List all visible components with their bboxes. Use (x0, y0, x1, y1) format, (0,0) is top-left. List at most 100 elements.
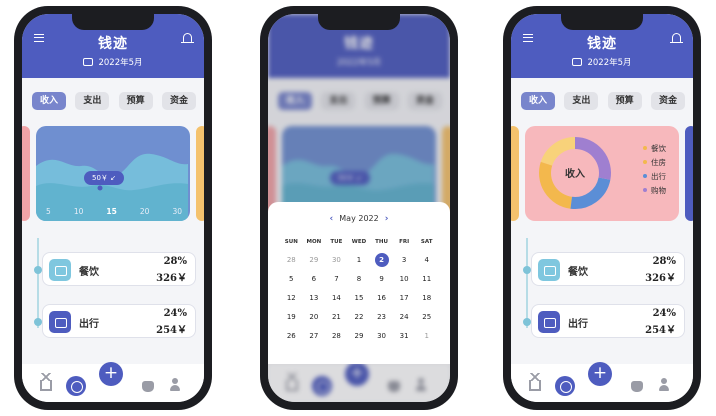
x-tick-selected[interactable]: 15 (106, 207, 116, 216)
calendar-day[interactable]: 28 (280, 253, 303, 267)
calendar-day[interactable]: 22 (348, 310, 371, 324)
legend-item: 购物 (643, 184, 666, 198)
calendar-day[interactable]: 4 (415, 253, 438, 267)
calendar-month-label: May 2022 (339, 214, 379, 223)
phone-notch (318, 14, 400, 30)
tab-income[interactable]: 收入 (521, 92, 555, 110)
month-selector[interactable]: 2022年5月 (22, 56, 204, 68)
calendar-day[interactable]: 21 (325, 310, 348, 324)
calendar-day[interactable]: 6 (303, 272, 326, 286)
tab-funds[interactable]: 资金 (161, 92, 196, 110)
calendar-day[interactable]: 13 (303, 291, 326, 305)
timeline-dot (34, 266, 42, 274)
calendar-day[interactable]: 29 (348, 329, 371, 343)
prev-card[interactable] (511, 126, 519, 221)
calendar-day[interactable]: 10 (393, 272, 416, 286)
tab-expense[interactable]: 支出 (75, 92, 110, 110)
calendar-day[interactable]: 17 (393, 291, 416, 305)
pie-slice[interactable] (570, 177, 611, 209)
calendar-day[interactable]: 24 (393, 310, 416, 324)
wallet-icon[interactable] (142, 381, 154, 392)
next-card[interactable] (196, 126, 204, 221)
x-tick[interactable]: 10 (74, 207, 84, 216)
calendar-day[interactable]: 20 (303, 310, 326, 324)
calendar-day[interactable]: 12 (280, 291, 303, 305)
bell-icon[interactable] (181, 33, 194, 43)
entry-card-food[interactable]: 餐饮 28% 326￥ (531, 252, 685, 286)
timeline-dot (523, 318, 531, 326)
calendar-day[interactable]: 28 (325, 329, 348, 343)
calendar-day[interactable]: 19 (280, 310, 303, 324)
weekday-label: FRI (399, 239, 410, 245)
tab-expense[interactable]: 支出 (564, 92, 599, 110)
user-icon[interactable] (659, 378, 669, 391)
category-timeline: 餐饮 28% 326￥ 出行 24% 254￥ (22, 236, 204, 338)
entry-card-travel[interactable]: 出行 24% 254￥ (42, 304, 196, 338)
timeline-dot (34, 318, 42, 326)
calendar-day[interactable]: 25 (415, 310, 438, 324)
add-button[interactable]: + (588, 362, 612, 386)
next-card[interactable] (685, 126, 693, 221)
bell-icon[interactable] (670, 33, 683, 43)
date-picker-sheet: ‹ May 2022 › SUN MON TUE WED THU FRI SAT 28 29 30 1 2… (268, 202, 450, 364)
calendar-day[interactable]: 18 (415, 291, 438, 305)
pie-graphic: 收入 (539, 137, 611, 209)
calendar-day[interactable]: 1 (415, 329, 438, 343)
wallet-icon[interactable] (631, 381, 643, 392)
calendar-day[interactable]: 16 (370, 291, 393, 305)
calendar-day[interactable]: 7 (325, 272, 348, 286)
category-timeline: 餐饮 28% 326￥ 出行 24% 254￥ (511, 236, 693, 338)
calendar-day[interactable]: 8 (348, 272, 371, 286)
x-tick[interactable]: 30 (172, 207, 182, 216)
tab-budget[interactable]: 预算 (118, 92, 153, 110)
phone-screen: 钱迹 2022年5月 收入 支出 预算 资金 50￥ ↙ 5 10 15 20 … (22, 14, 204, 402)
calendar-day[interactable]: 1 (348, 253, 371, 267)
add-button[interactable]: + (99, 362, 123, 386)
x-tick[interactable]: 20 (140, 207, 150, 216)
calendar-day[interactable]: 31 (393, 329, 416, 343)
tab-income[interactable]: 收入 (32, 92, 66, 110)
calendar-day[interactable]: 14 (325, 291, 348, 305)
pie-slice[interactable] (540, 137, 576, 166)
month-selector[interactable]: 2022年5月 (511, 56, 693, 68)
phone-notch (561, 14, 643, 30)
calendar-day[interactable]: 15 (348, 291, 371, 305)
weekday-label: THU (375, 239, 388, 245)
home-icon[interactable] (38, 373, 54, 391)
calendar-day[interactable]: 30 (370, 329, 393, 343)
calendar-day-selected[interactable]: 2 (370, 253, 393, 267)
calendar-day[interactable]: 27 (303, 329, 326, 343)
phone-calendar-view: 钱迹 2022年5月 收入 支出 预算 资金 50￥ ↙ + ‹ May 202… (260, 6, 458, 410)
chevron-left-icon[interactable]: ‹ (330, 214, 334, 224)
legend-label: 餐饮 (651, 144, 666, 153)
calendar-day[interactable]: 26 (280, 329, 303, 343)
phone-income-view: 钱迹 2022年5月 收入 支出 预算 资金 50￥ ↙ 5 10 15 20 … (14, 6, 212, 410)
mockup-stage: 钱迹 2022年5月 收入 支出 预算 资金 50￥ ↙ 5 10 15 20 … (0, 0, 716, 416)
calendar-day[interactable]: 3 (393, 253, 416, 267)
chart-carousel[interactable]: 50￥ ↙ 5 10 15 20 30 (22, 126, 204, 221)
calendar-day[interactable]: 9 (370, 272, 393, 286)
calendar-day[interactable]: 29 (303, 253, 326, 267)
entry-card-travel[interactable]: 出行 24% 254￥ (531, 304, 685, 338)
entry-amount: 254￥ (156, 325, 187, 336)
stats-icon[interactable] (66, 376, 86, 396)
pie-legend: 餐饮 住房 出行 购物 (643, 142, 666, 198)
tab-budget[interactable]: 预算 (607, 92, 642, 110)
weekday-label: TUE (330, 239, 343, 245)
home-icon[interactable] (527, 373, 543, 391)
chevron-right-icon[interactable]: › (385, 214, 389, 224)
tab-funds[interactable]: 资金 (650, 92, 685, 110)
prev-card[interactable] (22, 126, 30, 221)
entry-card-food[interactable]: 餐饮 28% 326￥ (42, 252, 196, 286)
chart-carousel[interactable]: 收入 餐饮 住房 出行 购物 (511, 126, 693, 221)
x-tick[interactable]: 5 (46, 207, 51, 216)
entry-percent: 24% (652, 308, 676, 319)
legend-label: 购物 (651, 186, 666, 195)
user-icon[interactable] (170, 378, 180, 391)
stats-icon[interactable] (555, 376, 575, 396)
calendar-day[interactable]: 30 (325, 253, 348, 267)
legend-item: 出行 (643, 170, 666, 184)
calendar-day[interactable]: 23 (370, 310, 393, 324)
calendar-day[interactable]: 11 (415, 272, 438, 286)
calendar-day[interactable]: 5 (280, 272, 303, 286)
